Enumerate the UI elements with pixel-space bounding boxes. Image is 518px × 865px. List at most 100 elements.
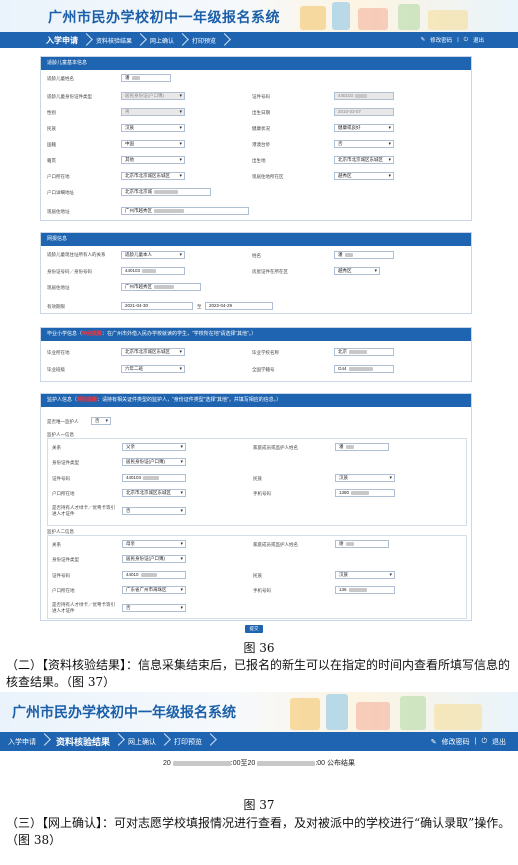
g1-permit-select[interactable]: 否 — [122, 507, 186, 515]
g1-phone-input[interactable]: 1380 — [335, 489, 395, 497]
house-district-select[interactable]: 越秀区 — [334, 267, 380, 275]
result-nav-verify-result[interactable]: 资料核验结果 — [46, 732, 120, 751]
nav-verify-result[interactable]: 资料核验结果 — [88, 32, 142, 48]
guardian2-panel: 关系 母亲 家庭成员或监护人姓名 谢 身份证件类型 居民身份证(户口簿) 证件号… — [47, 535, 467, 619]
screenshot-result: 广州市民办学校初中一年级报名系统 入学申请 资料核验结果 网上确认 打印预览 ✎… — [0, 692, 518, 782]
g1-hukou-select[interactable]: 北京市北京城区东城区 — [122, 489, 186, 497]
child-address-input[interactable]: 广州市越秀区 — [121, 207, 249, 215]
screenshot-form: 广州市民办学校初中一年级报名系统 入学申请 资料核验结果 网上确认 打印预览 ✎… — [0, 0, 518, 640]
result-logout-link[interactable]: 退出 — [492, 737, 506, 747]
g1-rel-label: 关系 — [52, 445, 61, 450]
child-idtype-select[interactable]: 居民身份证(户口簿) — [121, 92, 185, 100]
child-hukou-label: 户口所在地 — [47, 174, 70, 179]
single-guardian-label: 是否唯一监护人 — [47, 419, 79, 424]
result-nav-online-confirm[interactable]: 网上确认 — [120, 732, 166, 751]
child-health-label: 健康状况 — [252, 126, 270, 131]
g1-idno-input[interactable]: 440103 — [122, 474, 186, 482]
child-birth-input[interactable]: 2010-03-07 — [334, 108, 394, 116]
child-info-card: 适龄儿童基本信息 适龄儿童姓名 潘 适龄儿童身份证件类型 居民身份证(户口簿) … — [40, 56, 472, 221]
paragraph-verify-result: （二）【资料核验结果】：信息采集结束后，已报名的新生可以在指定的时间内查看所填写… — [6, 658, 511, 689]
result-nav-print-preview[interactable]: 打印预览 — [166, 732, 212, 751]
child-hkmt-select[interactable]: 否 — [334, 140, 394, 148]
g2-rel-select[interactable]: 母亲 — [122, 540, 186, 548]
child-birthplace-label: 出生地 — [252, 158, 266, 163]
g2-idno-input[interactable]: 44010 — [122, 571, 186, 579]
g1-idno-label: 证件号码 — [52, 476, 70, 481]
child-name-input[interactable]: 潘 — [121, 74, 171, 82]
grad-place-select[interactable]: 北京市北京城区东城区 — [121, 348, 185, 356]
g1-name-input[interactable]: 潘 — [335, 443, 389, 451]
house-addr-label: 现居住地址 — [47, 285, 70, 290]
child-hkmt-label: 港澳台侨 — [252, 142, 270, 147]
system-banner: 广州市民办学校初中一年级报名系统 — [0, 0, 518, 32]
g2-eth-select[interactable]: 汉族 — [335, 571, 395, 579]
applicant-header: 网报信息 — [41, 233, 471, 246]
child-nationality-select[interactable]: 中国 — [121, 140, 185, 148]
child-ethnicity-select[interactable]: 汉族 — [121, 124, 185, 132]
system-title: 广州市民办学校初中一年级报名系统 — [48, 9, 280, 25]
change-password-link[interactable]: 修改密码 — [430, 36, 452, 44]
g2-hukou-select[interactable]: 广东省广州市海珠区 — [122, 586, 186, 594]
result-pencil-icon: ✎ — [430, 738, 437, 746]
child-idno-input[interactable]: 440103 — [334, 92, 394, 100]
g2-hukou-label: 户口所在地 — [52, 588, 75, 593]
student-no-label: 全国学籍号 — [252, 367, 275, 372]
result-nav: 入学申请 资料核验结果 网上确认 打印预览 ✎ 修改密码 | ⏻ 退出 — [0, 732, 518, 751]
g1-name-label: 家庭成员或监护人姓名 — [253, 445, 298, 450]
submit-button[interactable]: 提交 — [245, 625, 263, 633]
child-hukou-select[interactable]: 北京市北京城区东城区 — [121, 172, 185, 180]
school-header: 毕业小学信息（特别提醒：在广州市外借入民办学校就读的学生，“学校所在地”请选择“… — [41, 328, 471, 341]
child-health-select[interactable]: 健康或良好 — [334, 124, 394, 132]
house-addr-input[interactable]: 广州市越秀区 — [121, 283, 201, 291]
result-change-password-link[interactable]: 修改密码 — [442, 737, 470, 747]
logout-link[interactable]: 退出 — [473, 36, 484, 44]
nav-print-preview[interactable]: 打印预览 — [184, 32, 226, 48]
g2-phone-input[interactable]: 136 — [335, 586, 395, 594]
student-no-input[interactable]: G44 — [334, 365, 394, 373]
child-info-header: 适龄儿童基本信息 — [41, 57, 471, 70]
g1-eth-label: 民族 — [253, 476, 262, 481]
grad-school-label: 毕业学校名称 — [252, 350, 279, 355]
guardian1-panel: 关系 父亲 家庭成员或监护人姓名 潘 身份证件类型 居民身份证(户口簿) 证件号… — [47, 438, 467, 526]
child-gender-label: 性别 — [47, 110, 56, 115]
nav-online-confirm[interactable]: 网上确认 — [142, 32, 184, 48]
g2-idtype-select[interactable]: 居民身份证(户口簿) — [122, 555, 186, 563]
child-birthplace-select[interactable]: 北京市北京城区东城区 — [334, 156, 394, 164]
applicant-card: 网报信息 适龄儿童现住址所有人的关系 适龄儿童本人 姓名 潘 身份证号码／身份号… — [40, 232, 472, 314]
power-icon: ⏻ — [463, 36, 468, 43]
owner-id-input[interactable]: 440103 — [121, 267, 185, 275]
child-district-select[interactable]: 越秀区 — [334, 172, 394, 180]
school-card: 毕业小学信息（特别提醒：在广州市外借入民办学校就读的学生，“学校所在地”请选择“… — [40, 327, 472, 382]
g1-eth-select[interactable]: 汉族 — [335, 474, 395, 482]
g1-hukou-label: 户口所在地 — [52, 491, 75, 496]
nav-apply[interactable]: 入学申请 — [0, 32, 88, 48]
result-system-title: 广州市民办学校初中一年级报名系统 — [12, 704, 236, 720]
child-idno-label: 证件号码 — [252, 94, 270, 99]
g1-idtype-select[interactable]: 居民身份证(户口簿) — [122, 458, 186, 466]
g1-rel-select[interactable]: 父亲 — [122, 443, 186, 451]
g2-name-label: 家庭成员或监护人姓名 — [253, 542, 298, 547]
child-hukou-addr-input[interactable]: 北京市北京城 — [121, 188, 211, 196]
valid-to-input[interactable]: 2022-04-29 — [205, 302, 273, 310]
valid-from-input[interactable]: 2021-04-30 — [121, 302, 193, 310]
child-name-label: 适龄儿童姓名 — [47, 76, 74, 81]
owner-name-input[interactable]: 潘 — [334, 251, 394, 259]
child-address-label: 现居住地址 — [47, 209, 70, 214]
child-native-select[interactable]: 其他 — [121, 156, 185, 164]
result-nav-apply[interactable]: 入学申请 — [0, 732, 46, 751]
child-nationality-label: 国籍 — [47, 142, 56, 147]
single-guardian-select[interactable]: 否 — [91, 417, 111, 425]
grad-school-input[interactable]: 北京 — [334, 348, 394, 356]
grad-class-select[interactable]: 六年二班 — [121, 365, 185, 373]
valid-label: 有效期限 — [47, 304, 65, 309]
g2-name-input[interactable]: 谢 — [335, 540, 389, 548]
result-power-icon: ⏻ — [481, 737, 487, 745]
owner-id-label: 身份证号码／身份号码 — [47, 269, 92, 274]
child-hukou-addr-label: 户口详细地址 — [47, 190, 74, 195]
g2-permit-select[interactable]: 否 — [122, 604, 186, 612]
child-gender-select[interactable]: 男 — [121, 108, 185, 116]
relation-label: 适龄儿童现住址所有人的关系 — [47, 252, 106, 257]
result-banner: 广州市民办学校初中一年级报名系统 — [0, 692, 518, 732]
relation-select[interactable]: 适龄儿童本人 — [121, 251, 185, 259]
g1-permit-label: 是否持有人才绿卡／优粤卡等引进人才证件 — [52, 505, 115, 516]
